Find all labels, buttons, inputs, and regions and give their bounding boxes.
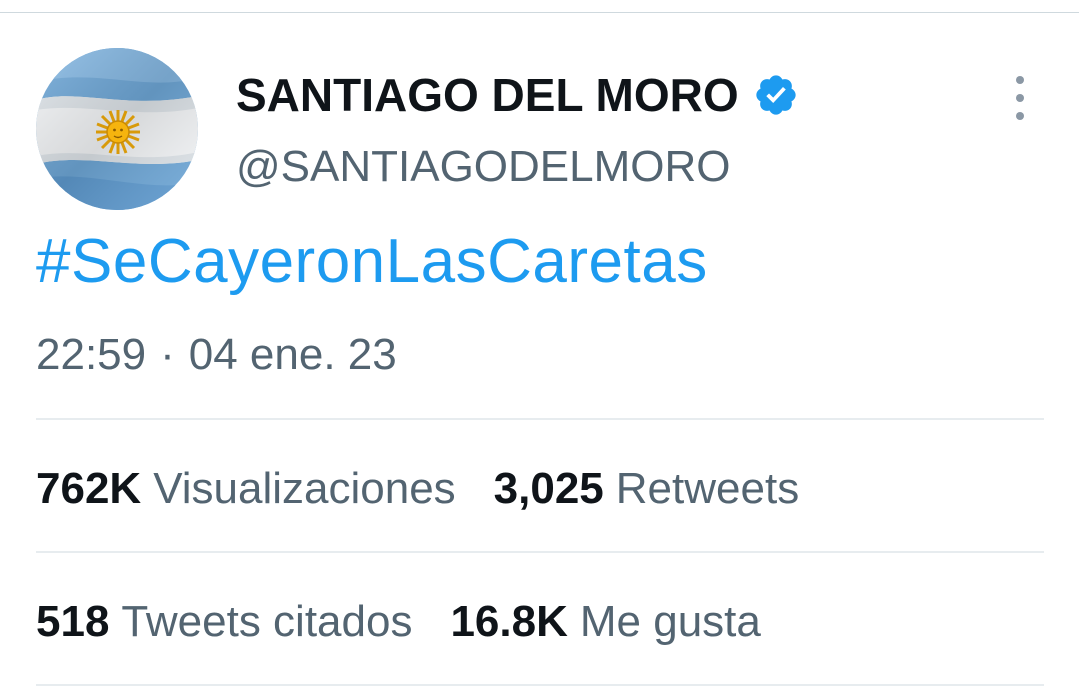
divider <box>36 551 1044 553</box>
retweets-label: Retweets <box>615 464 800 513</box>
timestamp-separator: · <box>160 330 175 379</box>
stats-row-bottom: 518 Tweets citados 16.8K Me gusta <box>36 597 761 647</box>
views-count: 762K <box>36 464 142 513</box>
quote-tweets-stat[interactable]: 518 Tweets citados <box>36 597 412 647</box>
more-options-icon[interactable] <box>1004 76 1036 120</box>
likes-stat[interactable]: 16.8K Me gusta <box>450 597 760 647</box>
tweet-time: 22:59 <box>36 330 147 379</box>
retweets-count: 3,025 <box>493 464 604 513</box>
more-dot <box>1016 112 1024 120</box>
more-dot <box>1016 94 1024 102</box>
tweet-hashtag-link[interactable]: #SeCayeronLasCaretas <box>36 226 708 297</box>
divider <box>36 418 1044 420</box>
views-stat[interactable]: 762K Visualizaciones <box>36 464 456 514</box>
divider <box>36 684 1044 686</box>
verified-badge-icon <box>755 75 796 115</box>
likes-count: 16.8K <box>450 597 568 646</box>
retweets-stat[interactable]: 3,025 Retweets <box>494 464 800 514</box>
more-dot <box>1016 76 1024 84</box>
author-handle[interactable]: @SANTIAGODELMORO <box>236 142 731 192</box>
quote-tweets-count: 518 <box>36 597 110 646</box>
quote-tweets-label: Tweets citados <box>121 597 413 646</box>
avatar[interactable] <box>36 48 198 210</box>
top-divider <box>0 12 1079 13</box>
views-label: Visualizaciones <box>153 464 456 513</box>
likes-label: Me gusta <box>579 597 761 646</box>
tweet-timestamp[interactable]: 22:59 · 04 ene. 23 <box>36 330 397 380</box>
display-name-text: SANTIAGO DEL MORO <box>236 69 739 121</box>
argentina-flag-icon <box>36 48 198 210</box>
stats-row-top: 762K Visualizaciones 3,025 Retweets <box>36 464 799 514</box>
tweet-date: 04 ene. 23 <box>188 330 397 379</box>
author-display-name[interactable]: SANTIAGO DEL MORO <box>236 68 799 122</box>
